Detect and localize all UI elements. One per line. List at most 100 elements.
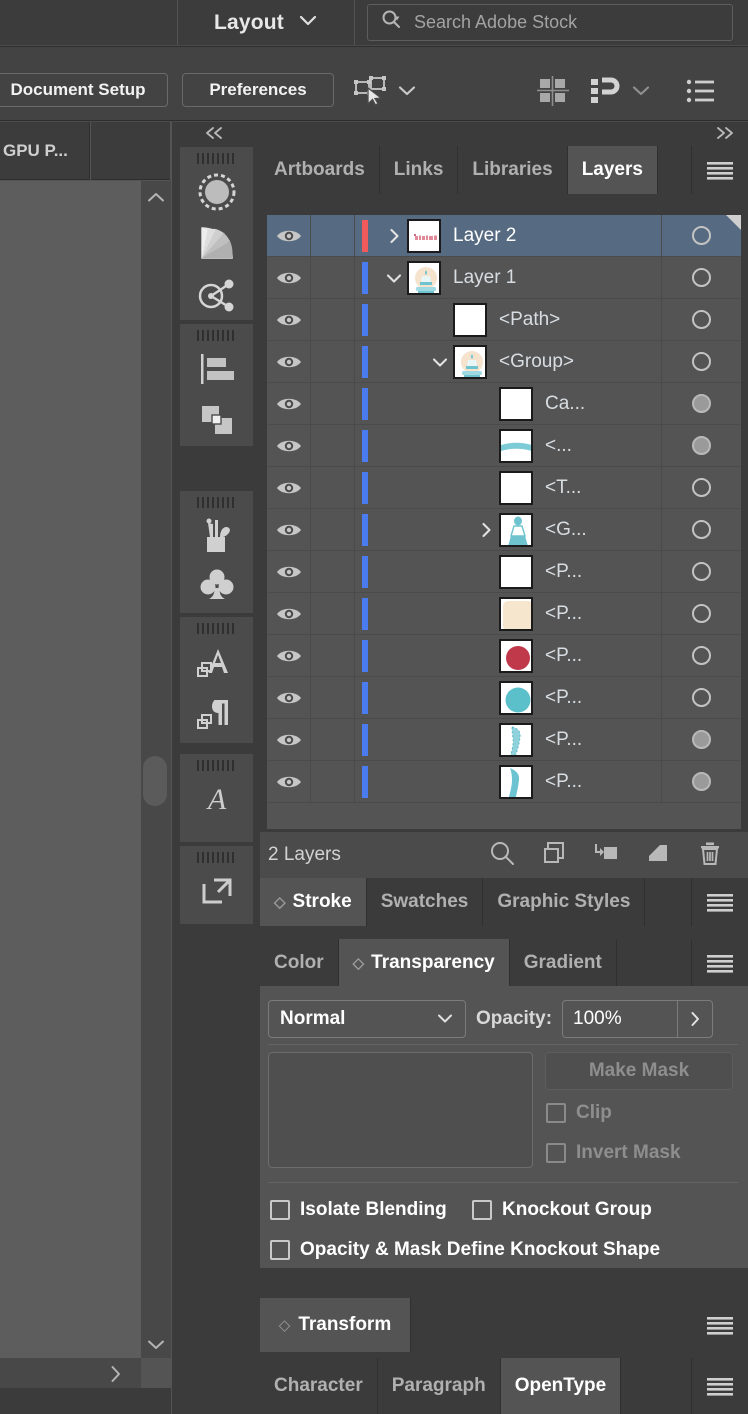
target-indicator[interactable] — [661, 635, 741, 676]
layer-name[interactable]: <... — [545, 435, 572, 457]
eye-icon[interactable] — [267, 425, 311, 466]
layer-name[interactable]: <Path> — [499, 309, 560, 331]
select-similar-objects-icon[interactable] — [352, 74, 392, 106]
rail-grip-icon[interactable] — [196, 153, 237, 164]
lock-toggle-cell[interactable] — [311, 593, 355, 634]
lock-toggle-cell[interactable] — [311, 761, 355, 802]
chevron-right-icon[interactable] — [381, 227, 407, 245]
delete-layer-icon[interactable] — [696, 839, 724, 872]
lock-toggle-cell[interactable] — [311, 215, 355, 256]
clip-checkbox[interactable] — [546, 1103, 566, 1123]
layer-row[interactable]: <Group> — [267, 341, 741, 383]
make-sublayer-icon[interactable] — [540, 839, 568, 872]
layer-name[interactable]: <P... — [545, 729, 582, 751]
lock-toggle-cell[interactable] — [311, 257, 355, 298]
layer-thumbnail[interactable] — [499, 596, 533, 631]
layer-name[interactable]: <P... — [545, 687, 582, 709]
target-indicator[interactable] — [661, 509, 741, 550]
layer-name[interactable]: <T... — [545, 477, 581, 499]
tab-artboards[interactable]: Artboards — [260, 146, 380, 194]
tab-links[interactable]: Links — [379, 146, 459, 194]
tab-libraries[interactable]: Libraries — [458, 146, 568, 194]
chevron-right-icon[interactable] — [473, 521, 499, 539]
isolate-blending-checkbox[interactable] — [270, 1200, 290, 1220]
adobe-stock-search[interactable]: Search Adobe Stock — [367, 4, 733, 41]
target-indicator[interactable] — [661, 383, 741, 424]
eye-icon[interactable] — [267, 299, 311, 340]
target-indicator[interactable] — [661, 299, 741, 340]
lock-toggle-cell[interactable] — [311, 635, 355, 676]
knockout-group-checkbox[interactable] — [472, 1200, 492, 1220]
lock-toggle-cell[interactable] — [311, 341, 355, 382]
document-canvas[interactable] — [0, 181, 141, 1358]
layers-list[interactable]: Layer 2 Layer 1 <Path> <Group> Ca... <... <T..… — [266, 214, 742, 830]
layer-row[interactable]: Ca... — [267, 383, 741, 425]
target-indicator[interactable] — [661, 719, 741, 760]
layer-row[interactable]: <G... — [267, 509, 741, 551]
layer-name[interactable]: <Group> — [499, 351, 574, 373]
workspace-switcher[interactable]: Layout — [178, 0, 354, 45]
isolate-blending-row[interactable]: Isolate Blending — [270, 1199, 447, 1221]
panel-menu-icon[interactable] — [692, 1358, 748, 1414]
layer-thumbnail[interactable] — [499, 428, 533, 463]
search-input[interactable]: Search Adobe Stock — [414, 12, 577, 33]
eye-icon[interactable] — [267, 635, 311, 676]
knockout-group-row[interactable]: Knockout Group — [472, 1199, 652, 1221]
tab-swatches[interactable]: Swatches — [366, 878, 484, 926]
preferences-button[interactable]: Preferences — [182, 73, 334, 107]
lock-toggle-cell[interactable] — [311, 425, 355, 466]
layer-thumbnail[interactable] — [499, 554, 533, 589]
layer-row[interactable]: <P... — [267, 635, 741, 677]
eye-icon[interactable] — [267, 719, 311, 760]
target-indicator[interactable] — [661, 761, 741, 802]
eye-icon[interactable] — [267, 341, 311, 382]
layer-thumbnail[interactable] — [453, 344, 487, 379]
layer-row[interactable]: Layer 1 — [267, 257, 741, 299]
lock-toggle-cell[interactable] — [311, 551, 355, 592]
layer-row[interactable]: <... — [267, 425, 741, 467]
select-similar-chevron-down-icon[interactable] — [392, 78, 422, 102]
eye-icon[interactable] — [267, 551, 311, 592]
document-tab-gpu-preview[interactable]: GPU P... — [0, 122, 90, 180]
tab-stroke[interactable]: ◇ Stroke — [260, 878, 367, 926]
tab-transparency[interactable]: ◇ Transparency — [338, 939, 510, 987]
tab-color[interactable]: Color — [260, 939, 339, 987]
layer-row[interactable]: <P... — [267, 719, 741, 761]
chevron-down-icon[interactable] — [381, 272, 407, 284]
opacity-stepper-chevron-right-icon[interactable] — [677, 1000, 714, 1038]
invert-mask-checkbox-row[interactable]: Invert Mask — [546, 1142, 681, 1164]
graphic-styles-icon[interactable] — [179, 269, 254, 320]
mask-thumbnail-well[interactable] — [268, 1052, 533, 1168]
layer-name[interactable]: <P... — [545, 645, 582, 667]
blend-mode-select[interactable]: Normal — [268, 1000, 466, 1038]
layer-name[interactable]: Layer 1 — [453, 267, 516, 289]
layer-name[interactable]: <P... — [545, 771, 582, 793]
lock-toggle-cell[interactable] — [311, 299, 355, 340]
layer-thumbnail[interactable] — [499, 470, 533, 505]
symbols-clover-icon[interactable] — [179, 561, 254, 613]
eye-icon[interactable] — [267, 509, 311, 550]
layer-thumbnail[interactable] — [453, 302, 487, 337]
collapse-diamond-icon[interactable]: ◇ — [353, 954, 365, 972]
eye-icon[interactable] — [267, 593, 311, 634]
panel-menu-icon[interactable] — [692, 939, 748, 987]
target-indicator[interactable] — [661, 425, 741, 466]
layer-thumbnail[interactable] — [499, 722, 533, 757]
rail-grip-icon[interactable] — [196, 623, 237, 634]
rail-grip-icon[interactable] — [196, 497, 237, 508]
tab-transform[interactable]: ◇ Transform — [260, 1298, 410, 1352]
tab-character[interactable]: Character — [260, 1358, 378, 1414]
eye-icon[interactable] — [267, 215, 311, 256]
panel-resize-handle[interactable] — [143, 756, 167, 806]
character-styles-icon[interactable] — [179, 636, 254, 688]
scroll-right-chevron-icon[interactable] — [100, 1360, 130, 1388]
chevron-down-icon[interactable] — [427, 356, 453, 368]
scroll-up-chevron-icon[interactable] — [141, 183, 171, 211]
opacity-mask-knockout-row[interactable]: Opacity & Mask Define Knockout Shape — [270, 1239, 660, 1261]
target-indicator[interactable] — [661, 467, 741, 508]
collapse-diamond-icon[interactable]: ◇ — [279, 1316, 291, 1334]
scroll-down-chevron-icon[interactable] — [141, 1330, 171, 1358]
target-indicator[interactable] — [661, 341, 741, 382]
lock-toggle-cell[interactable] — [311, 677, 355, 718]
rail-grip-icon[interactable] — [196, 760, 237, 771]
